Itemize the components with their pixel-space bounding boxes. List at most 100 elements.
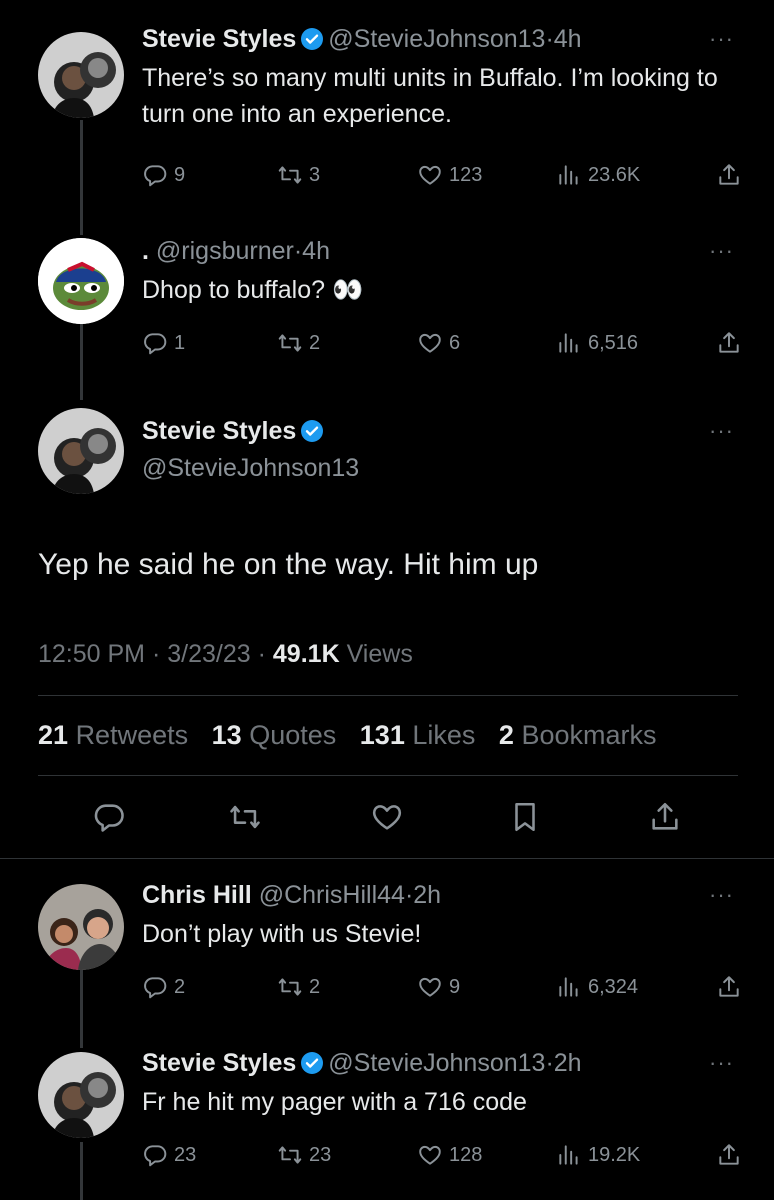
user-handle[interactable]: @StevieJohnson13 xyxy=(328,1049,545,1077)
user-handle[interactable]: @StevieJohnson13 xyxy=(328,25,545,53)
display-name[interactable]: Stevie Styles xyxy=(142,25,296,53)
tweet-text: Dhop to buffalo? 👀 xyxy=(142,276,364,304)
tweet-header: Stevie Styles @StevieJohnson13·4h xyxy=(142,24,744,54)
avatar[interactable] xyxy=(38,238,124,324)
tweet-text: There’s so many multi units in Buffalo. … xyxy=(142,64,718,128)
views-button[interactable]: 6,324 xyxy=(556,974,638,1000)
retweets-stat[interactable]: 21 Retweets xyxy=(38,720,188,750)
view-count: 6,516 xyxy=(588,331,639,354)
display-name[interactable]: Stevie Styles xyxy=(142,1049,296,1077)
share-button[interactable] xyxy=(716,974,742,1005)
views-icon xyxy=(556,1142,582,1168)
share-icon xyxy=(716,974,742,1000)
quotes-stat[interactable]: 13 Quotes xyxy=(212,720,337,750)
reply-button[interactable]: 9 xyxy=(142,162,185,188)
share-icon xyxy=(716,330,742,356)
display-name[interactable]: . xyxy=(142,237,149,265)
reply-icon xyxy=(142,1142,168,1168)
timestamp[interactable]: 12:50 PM xyxy=(38,640,145,668)
tweet-text: Don’t play with us Stevie! xyxy=(142,920,422,948)
share-icon xyxy=(648,800,682,834)
retweet-button[interactable]: 23 xyxy=(277,1142,331,1168)
display-name[interactable]: Chris Hill xyxy=(142,881,252,909)
quotes-count: 13 xyxy=(211,720,242,750)
date[interactable]: 3/23/23 xyxy=(167,640,250,668)
tweet[interactable]: Stevie Styles @StevieJohnson13·4h There’s… xyxy=(0,24,774,224)
timestamp[interactable]: 2h xyxy=(554,1049,582,1077)
like-button[interactable]: 6 xyxy=(417,330,460,356)
tweet-header: Chris Hill @ChrisHill44·2h xyxy=(142,880,744,910)
views-icon xyxy=(556,330,582,356)
views-button[interactable]: 23.6K xyxy=(556,162,640,188)
avatar[interactable] xyxy=(38,32,124,118)
reply-button[interactable]: 23 xyxy=(142,1142,196,1168)
separator-dot: · xyxy=(545,1049,554,1077)
share-button[interactable] xyxy=(648,800,682,839)
retweets-label: Retweets xyxy=(75,720,189,750)
share-button[interactable] xyxy=(716,1142,742,1173)
timestamp[interactable]: 4h xyxy=(554,25,582,53)
heart-icon xyxy=(417,974,443,1000)
separator-dot: · xyxy=(545,25,554,53)
avatar[interactable] xyxy=(38,408,124,494)
like-count: 123 xyxy=(449,163,483,186)
quotes-label: Quotes xyxy=(249,720,337,750)
more-options-icon[interactable]: ··· xyxy=(709,26,734,52)
views-label: Views xyxy=(346,640,413,668)
likes-count: 131 xyxy=(359,720,405,750)
more-options-icon[interactable]: ··· xyxy=(709,238,734,264)
avatar[interactable] xyxy=(38,1052,124,1138)
like-button[interactable]: 123 xyxy=(417,162,482,188)
bookmarks-label: Bookmarks xyxy=(521,720,657,750)
like-button[interactable] xyxy=(370,800,404,839)
likes-stat[interactable]: 131 Likes xyxy=(360,720,476,750)
heart-icon xyxy=(417,1142,443,1168)
timestamp[interactable]: 4h xyxy=(302,237,330,265)
main-tweet-text: Yep he said he on the way. Hit him up xyxy=(38,548,539,581)
separator-dot: · xyxy=(151,640,161,668)
reply-button[interactable] xyxy=(92,800,126,839)
heart-icon xyxy=(370,800,404,834)
reply-count: 9 xyxy=(174,163,186,186)
retweet-button[interactable]: 2 xyxy=(277,974,320,1000)
verified-badge-icon xyxy=(300,419,324,443)
user-handle[interactable]: @rigsburner xyxy=(156,237,294,265)
tweet[interactable]: . @rigsburner·4h Dhop to buffalo? 👀 ··· … xyxy=(0,236,774,386)
reply-button[interactable]: 2 xyxy=(142,974,185,1000)
views-button[interactable]: 19.2K xyxy=(556,1142,640,1168)
tweet[interactable]: Stevie Styles @StevieJohnson13·2h Fr he h… xyxy=(0,1048,774,1198)
share-button[interactable] xyxy=(716,162,742,193)
user-handle[interactable]: @ChrisHill44 xyxy=(259,881,405,909)
share-icon xyxy=(716,1142,742,1168)
view-count: 6,324 xyxy=(588,975,639,998)
tweet-text: Fr he hit my pager with a 716 code xyxy=(142,1088,527,1116)
display-name[interactable]: Stevie Styles xyxy=(142,417,296,445)
bookmarks-stat[interactable]: 2 Bookmarks xyxy=(499,720,657,750)
share-icon xyxy=(716,162,742,188)
more-options-icon[interactable]: ··· xyxy=(709,418,734,444)
reply-icon xyxy=(142,974,168,1000)
views-button[interactable]: 6,516 xyxy=(556,330,638,356)
share-button[interactable] xyxy=(716,330,742,361)
verified-badge-icon xyxy=(300,27,324,51)
like-button[interactable]: 9 xyxy=(417,974,460,1000)
more-options-icon[interactable]: ··· xyxy=(709,882,734,908)
reply-count: 2 xyxy=(174,975,186,998)
retweet-button[interactable]: 3 xyxy=(277,162,320,188)
retweet-button[interactable] xyxy=(228,800,262,839)
user-handle[interactable]: @StevieJohnson13 xyxy=(142,454,359,483)
views-icon xyxy=(556,974,582,1000)
more-options-icon[interactable]: ··· xyxy=(709,1050,734,1076)
views-count: 49.1K xyxy=(272,640,340,668)
divider xyxy=(38,695,738,696)
tweet-header: . @rigsburner·4h xyxy=(142,236,744,266)
retweet-button[interactable]: 2 xyxy=(277,330,320,356)
like-button[interactable]: 128 xyxy=(417,1142,482,1168)
like-count: 128 xyxy=(449,1143,483,1166)
timestamp[interactable]: 2h xyxy=(413,881,441,909)
avatar[interactable] xyxy=(38,884,124,970)
tweet[interactable]: Chris Hill @ChrisHill44·2h Don’t play wi… xyxy=(0,880,774,1030)
bookmark-button[interactable] xyxy=(508,800,542,839)
divider xyxy=(38,775,738,776)
reply-button[interactable]: 1 xyxy=(142,330,185,356)
